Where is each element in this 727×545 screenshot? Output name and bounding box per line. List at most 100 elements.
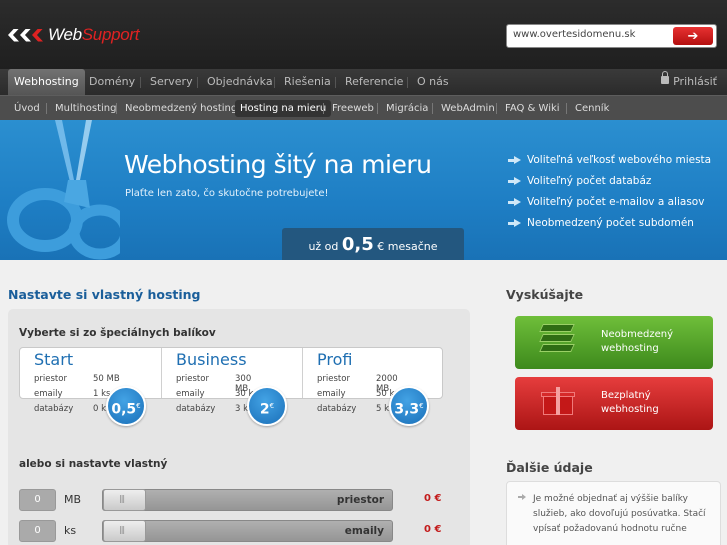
slider-handle[interactable]: [103, 520, 146, 542]
tab-domeny[interactable]: Domény: [89, 69, 135, 95]
cta-line: webhosting: [601, 404, 659, 415]
package-name: Profi: [317, 350, 353, 369]
subnav-neobmedzeny[interactable]: Neobmedzený hosting: [125, 100, 237, 117]
sub-nav: Úvod Multihosting Neobmedzený hosting Ho…: [0, 95, 727, 120]
subnav-cennik[interactable]: Cenník: [575, 100, 609, 117]
slider-price: 0 €: [424, 493, 442, 504]
package-price-badge[interactable]: 3,3€: [389, 386, 429, 426]
info-text: Je možné objednať aj výššie balíky služi…: [533, 494, 706, 534]
email-slider[interactable]: emaily: [102, 520, 393, 542]
feature-text: Neobmedzený počet subdomén: [527, 217, 694, 229]
lock-icon: [661, 71, 670, 84]
price-prefix: už od: [308, 240, 339, 253]
configurator-title: Nastavte si vlastný hosting: [8, 287, 201, 302]
arrow-right-icon: [508, 176, 521, 186]
subnav-divider: [566, 103, 567, 114]
banner-subtitle: Plaťte len zato, čo skutočne potrebujete…: [125, 188, 329, 199]
login-link[interactable]: Prihlásiť: [661, 69, 717, 95]
feature-text: Voliteľný počet databáz: [527, 175, 652, 187]
websupport-logo[interactable]: WebSupport: [8, 25, 140, 45]
subnav-multihosting[interactable]: Multihosting: [55, 100, 117, 117]
domain-search-button[interactable]: ➔: [673, 27, 713, 45]
package-spec-label: databázy: [317, 404, 357, 414]
package-profi[interactable]: Profi priestor 2000 MB emaily 50 ks databá…: [303, 348, 444, 414]
feature-item: Voliteľná veľkosť webového miesta: [508, 153, 711, 167]
package-price-badge[interactable]: 2€: [247, 386, 287, 426]
package-business[interactable]: Business priestor 300 MB emaily 30 ks data…: [162, 348, 303, 414]
nav-divider: [274, 77, 275, 88]
logo-chevrons-icon: [8, 28, 43, 42]
site-header: WebSupport ➔: [0, 0, 727, 69]
nav-divider: [407, 77, 408, 88]
package-name: Business: [176, 350, 247, 369]
slider-handle[interactable]: [103, 489, 146, 511]
subnav-webadmin[interactable]: WebAdmin: [441, 100, 495, 117]
price-tag: už od 0,5 € mesačne: [282, 228, 464, 260]
subnav-divider: [432, 103, 433, 114]
custom-label: alebo si nastavte vlastný: [19, 458, 168, 470]
arrow-right-icon: ➔: [687, 28, 699, 44]
feature-item: Voliteľný počet e-mailov a aliasov: [508, 195, 704, 209]
subnav-uvod[interactable]: Úvod: [14, 100, 40, 117]
tab-riesenia[interactable]: Riešenia: [284, 69, 331, 95]
slider-label: emaily: [344, 525, 384, 537]
space-slider[interactable]: priestor: [102, 489, 393, 511]
login-label: Prihlásiť: [673, 75, 717, 88]
nav-divider: [197, 77, 198, 88]
subnav-freeweb[interactable]: Freeweb: [332, 100, 374, 117]
more-info-title: Ďalšie údaje: [506, 460, 593, 475]
package-spec-label: emaily: [34, 389, 63, 399]
subnav-divider: [116, 103, 117, 114]
tab-servery[interactable]: Servery: [150, 69, 193, 95]
slider-label: priestor: [336, 494, 384, 506]
package-price-badge[interactable]: 0,5€: [106, 386, 146, 426]
cta-line: Neobmedzený: [601, 329, 673, 340]
tab-referencie[interactable]: Referencie: [345, 69, 403, 95]
arrow-right-icon: [518, 494, 526, 500]
slider-row-priestor: 0 MB priestor 0 €: [19, 489, 449, 511]
email-value-input[interactable]: 0: [19, 520, 56, 542]
scissors-icon: [7, 120, 120, 260]
free-hosting-button[interactable]: Bezplatný webhosting: [515, 377, 713, 430]
main-nav: Webhosting Domény Servery Objednávka Rie…: [0, 69, 727, 95]
subnav-divider: [496, 103, 497, 114]
unlimited-hosting-button[interactable]: Neobmedzený webhosting: [515, 316, 713, 369]
package-name: Start: [34, 350, 74, 369]
subnav-faq[interactable]: FAQ & Wiki: [505, 100, 560, 117]
nav-divider: [335, 77, 336, 88]
package-spec-label: emaily: [176, 389, 205, 399]
price-suffix: € mesačne: [377, 240, 438, 253]
arrow-right-icon: [508, 197, 521, 207]
subnav-divider: [46, 103, 47, 114]
info-box: Je možné objednať aj výššie balíky služi…: [506, 481, 721, 545]
logo-text-web: Web: [48, 25, 82, 44]
space-value-input[interactable]: 0: [19, 489, 56, 511]
subnav-hosting-na-mieru[interactable]: Hosting na mieru: [235, 100, 332, 117]
slider-price: 0 €: [424, 524, 442, 535]
hero-banner: Webhosting šitý na mieru Plaťte len zato…: [0, 120, 727, 260]
tab-objednavka[interactable]: Objednávka: [207, 69, 273, 95]
arrow-right-icon: [508, 218, 521, 228]
cta-line: webhosting: [601, 343, 659, 354]
nav-divider: [140, 77, 141, 88]
arrow-right-icon: [508, 155, 521, 165]
subnav-migracia[interactable]: Migrácia: [386, 100, 428, 117]
subnav-divider: [323, 103, 324, 114]
price-value: 0,5: [341, 234, 374, 255]
package-spec-value: 50 MB: [93, 374, 120, 384]
package-start[interactable]: Start priestor 50 MB emaily 1 ks databázy 0…: [20, 348, 161, 414]
tab-o-nas[interactable]: O nás: [417, 69, 449, 95]
package-spec-label: priestor: [176, 374, 209, 384]
gift-box-icon: [541, 387, 575, 415]
feature-item: Voliteľný počet databáz: [508, 174, 651, 188]
cta-line: Bezplatný: [601, 390, 651, 401]
packages-label: Vyberte si zo špeciálnych balíkov: [19, 327, 216, 339]
banner-title: Webhosting šitý na mieru: [124, 150, 432, 179]
feature-text: Voliteľný počet e-mailov a aliasov: [527, 196, 705, 208]
tab-webhosting[interactable]: Webhosting: [8, 69, 85, 95]
subnav-divider: [377, 103, 378, 114]
feature-text: Voliteľná veľkosť webového miesta: [527, 154, 712, 166]
logo-text-support: Support: [81, 25, 140, 44]
package-selector: Start priestor 50 MB emaily 1 ks databázy 0…: [19, 347, 444, 414]
domain-search-input[interactable]: [513, 29, 663, 40]
